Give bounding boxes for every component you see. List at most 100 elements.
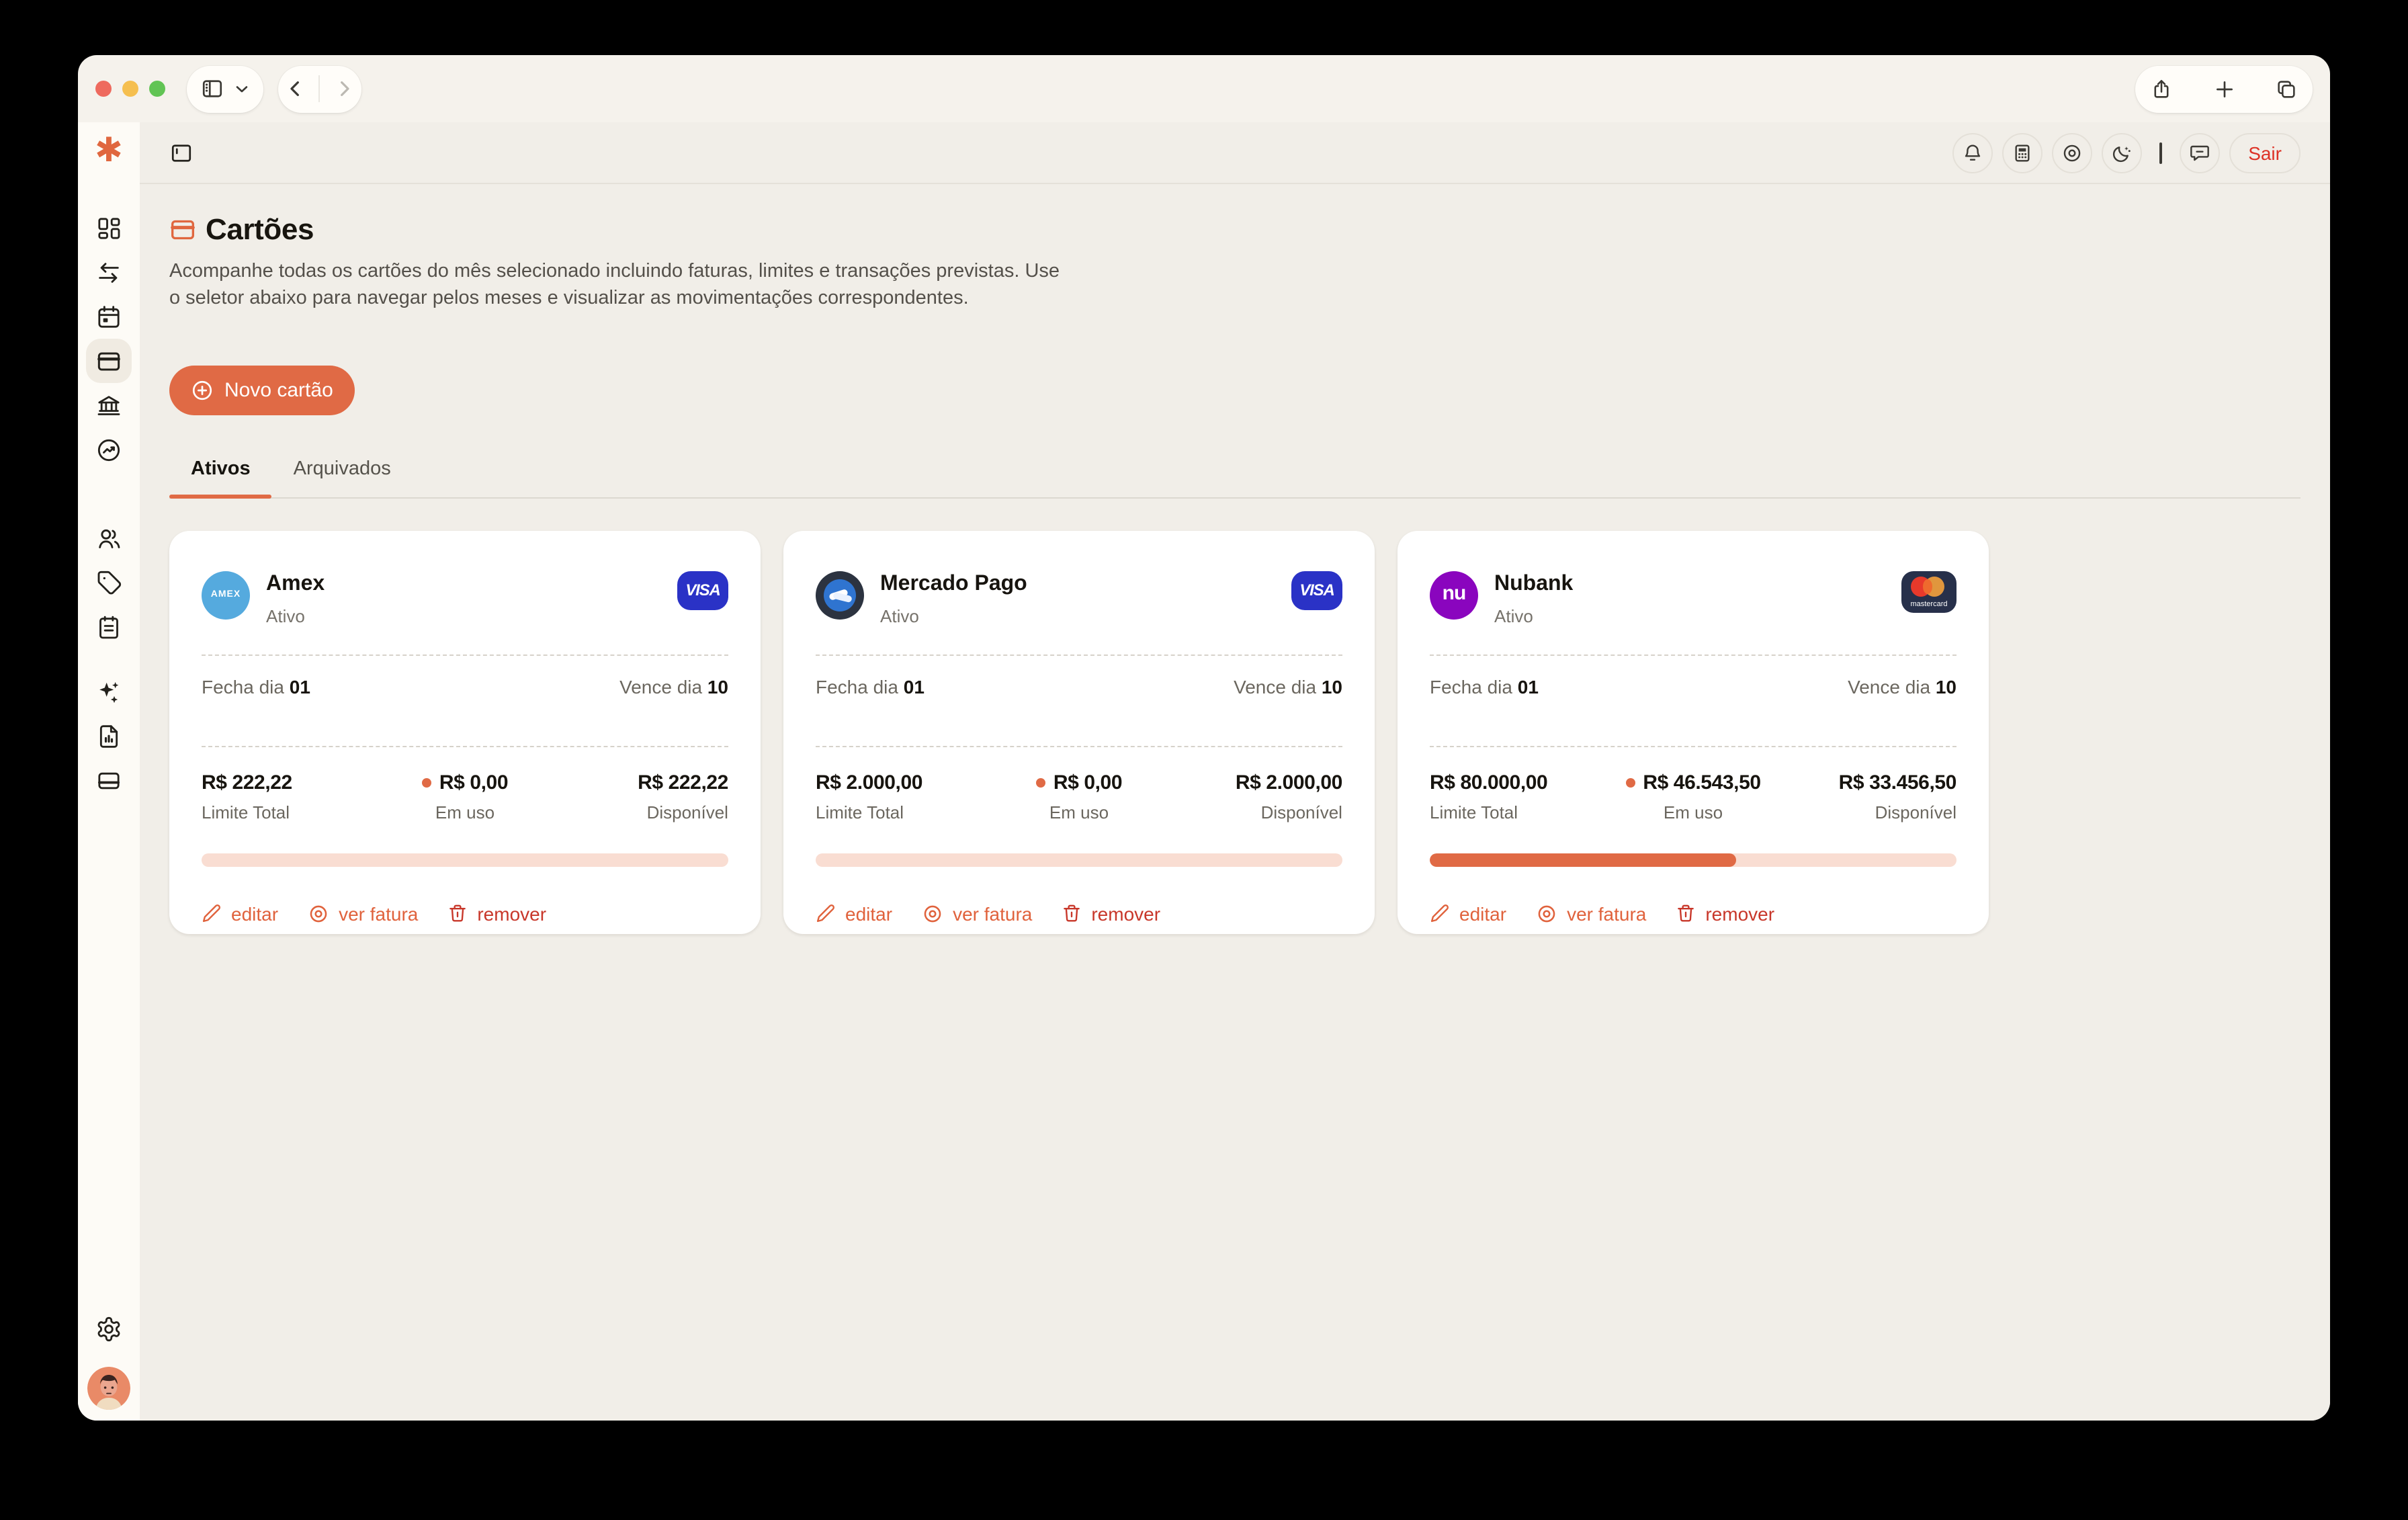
pencil-icon xyxy=(816,903,836,923)
logout-button[interactable]: Sair xyxy=(2229,132,2300,173)
sidebar-toggle-icon[interactable] xyxy=(200,77,224,101)
sidebar-item-cards[interactable] xyxy=(86,339,132,383)
page-description: Acompanhe todas os cartões do mês seleci… xyxy=(169,259,1072,312)
close-day: Fecha dia 01 xyxy=(1430,675,1539,697)
file-chart-icon xyxy=(95,722,122,749)
tab-ativos[interactable]: Ativos xyxy=(169,458,272,497)
available: R$ 33.456,50 Disponível xyxy=(1839,771,1956,822)
card-name: Mercado Pago xyxy=(880,572,1027,596)
due-day: Vence dia 10 xyxy=(1234,675,1342,697)
feedback-button[interactable] xyxy=(2180,132,2220,173)
sidebar-item-members[interactable] xyxy=(86,516,132,560)
chevron-down-icon[interactable] xyxy=(234,81,250,97)
tab-arquivados[interactable]: Arquivados xyxy=(272,458,413,497)
calendar-icon xyxy=(95,303,122,330)
back-button[interactable] xyxy=(285,78,306,99)
in-use: R$ 0,00 Em uso xyxy=(422,771,508,822)
sidebar-item-banks[interactable] xyxy=(86,383,132,427)
sidebar-item-reports[interactable] xyxy=(86,714,132,758)
bell-icon xyxy=(1962,142,1983,163)
edit-card-button[interactable]: editar xyxy=(1430,902,1506,924)
remove-card-button[interactable]: remover xyxy=(447,902,546,924)
sidebar-item-tags[interactable] xyxy=(86,560,132,605)
sidebar-item-dashboard[interactable] xyxy=(86,206,132,250)
amex-logo: AMEX xyxy=(202,571,250,619)
tab-overview-icon[interactable] xyxy=(2275,77,2298,100)
sidebar-toggle-group[interactable] xyxy=(187,65,263,112)
trash-icon xyxy=(1676,903,1696,923)
cards-page: Cartões Acompanhe todas os cartões do mê… xyxy=(140,184,2330,933)
app-logo-asterisk-icon: ✱ xyxy=(95,128,123,173)
nubank-logo: nu xyxy=(1430,571,1478,619)
card-status: Ativo xyxy=(1494,605,1573,626)
mastercard-badge: mastercard xyxy=(1901,571,1956,612)
card-status: Ativo xyxy=(266,605,325,626)
limit-total: R$ 222,22 Limite Total xyxy=(202,771,292,822)
in-use: R$ 0,00 Em uso xyxy=(1036,771,1122,822)
view-invoice-button[interactable]: ver fatura xyxy=(1536,902,1646,924)
close-day: Fecha dia 01 xyxy=(202,675,310,697)
user-avatar[interactable] xyxy=(87,1367,130,1410)
collapse-sidebar-icon[interactable] xyxy=(169,140,194,165)
close-window-button[interactable] xyxy=(95,81,112,97)
window-titlebar xyxy=(78,55,2330,122)
moon-stars-icon xyxy=(2111,142,2133,163)
new-card-button[interactable]: Novo cartão xyxy=(169,365,355,415)
sidebar-item-transactions[interactable] xyxy=(86,250,132,294)
page-header: Cartões xyxy=(169,212,2300,247)
sidebar-nav xyxy=(86,206,132,802)
view-invoice-button[interactable]: ver fatura xyxy=(922,902,1032,924)
traffic-lights xyxy=(95,81,165,97)
card-amex: AMEX Amex Ativo VISA xyxy=(169,530,761,933)
minimize-window-button[interactable] xyxy=(122,81,138,97)
toolbar-divider xyxy=(2159,142,2162,163)
cards-list: AMEX Amex Ativo VISA xyxy=(169,530,2300,933)
bank-icon xyxy=(95,392,122,419)
dark-mode-button[interactable] xyxy=(2102,132,2142,173)
credit-card-icon xyxy=(169,216,196,243)
card-nubank: nu Nubank Ativo mastercard xyxy=(1398,530,1989,933)
sidebar-item-settings[interactable] xyxy=(86,1306,132,1351)
remove-card-button[interactable]: remover xyxy=(1062,902,1160,924)
main-panel: Sair Cartões Acompanhe todas os cartões … xyxy=(140,122,2330,1421)
divider xyxy=(319,75,320,102)
window-actions-group xyxy=(2135,65,2313,112)
trash-icon xyxy=(1062,903,1082,923)
mercado-pago-handshake-logo xyxy=(816,571,864,619)
sidebar-item-planning[interactable] xyxy=(86,605,132,649)
forward-button[interactable] xyxy=(333,78,355,99)
sidebar-item-calendar[interactable] xyxy=(86,294,132,339)
sidebar-item-ai-assistant[interactable] xyxy=(86,669,132,714)
usage-dot xyxy=(1625,777,1635,787)
desktop: ✱ xyxy=(0,0,2408,1520)
zoom-window-button[interactable] xyxy=(149,81,165,97)
eye-icon xyxy=(2061,142,2083,163)
limit-total: R$ 80.000,00 Limite Total xyxy=(1430,771,1547,822)
pencil-icon xyxy=(202,903,222,923)
target-icon xyxy=(1536,902,1557,924)
tabs-bar: Ativos Arquivados xyxy=(169,458,2300,498)
view-invoice-button[interactable]: ver fatura xyxy=(308,902,418,924)
sidebar: ✱ xyxy=(78,122,140,1421)
edit-card-button[interactable]: editar xyxy=(816,902,892,924)
limit-progress-bar xyxy=(816,853,1342,866)
notifications-button[interactable] xyxy=(1952,132,1993,173)
divider xyxy=(1430,745,1956,747)
in-use: R$ 46.543,50 Em uso xyxy=(1625,771,1760,822)
privacy-eye-button[interactable] xyxy=(2052,132,2092,173)
edit-card-button[interactable]: editar xyxy=(202,902,278,924)
divider xyxy=(816,745,1342,747)
calculator-button[interactable] xyxy=(2002,132,2042,173)
share-icon[interactable] xyxy=(2150,77,2173,100)
calculator-icon xyxy=(2012,142,2033,163)
card-status: Ativo xyxy=(880,605,1027,626)
sidebar-item-subscriptions[interactable] xyxy=(86,758,132,802)
limit-total: R$ 2.000,00 Limite Total xyxy=(816,771,922,822)
sidebar-item-investments[interactable] xyxy=(86,427,132,472)
credit-card-icon xyxy=(95,347,122,374)
close-day: Fecha dia 01 xyxy=(816,675,924,697)
users-icon xyxy=(95,525,122,552)
remove-card-button[interactable]: remover xyxy=(1676,902,1774,924)
new-tab-icon[interactable] xyxy=(2212,77,2235,100)
visa-badge: VISA xyxy=(1291,571,1342,609)
